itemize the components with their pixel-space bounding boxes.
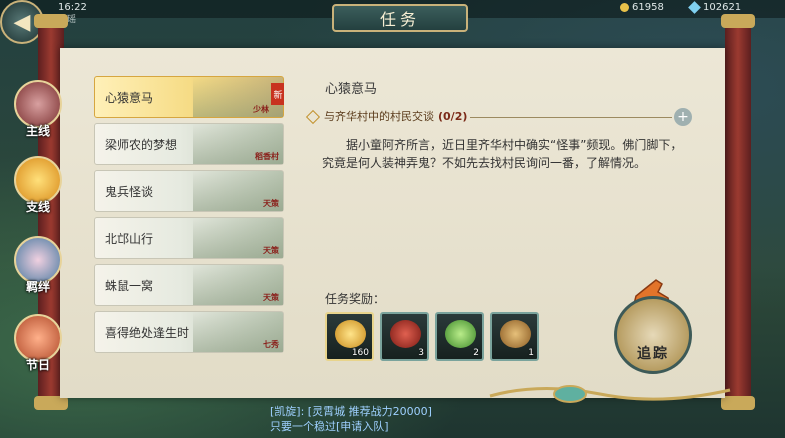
dragon-icon [14, 80, 62, 128]
objective-progress: (0/2) [438, 110, 468, 123]
quest-location: 稻香村 [255, 152, 279, 161]
rewards-label: 任务奖励： [325, 292, 386, 306]
chat-line: [凯旋]: [灵霄城 推荐战力20000] [270, 405, 432, 418]
quest-location: 天策 [263, 199, 279, 208]
objective-diamond-icon [305, 109, 321, 125]
gem-icon [688, 0, 701, 14]
quest-list[interactable]: 心猿意马 新 少林 梁师农的梦想 稻香村 鬼兵怪谈 天策 北邙山行 天策 蛛鼠一… [94, 76, 284, 372]
quest-item[interactable]: 梁师农的梦想 稻香村 [94, 123, 284, 165]
scroll-cap-icon [721, 14, 755, 28]
quest-item[interactable]: 心猿意马 新 少林 [94, 76, 284, 118]
coin-icon [620, 2, 629, 12]
quest-location: 七秀 [263, 340, 279, 349]
back-arrow-icon: ◀ [13, 9, 31, 35]
category-main[interactable]: 主线 [10, 80, 66, 146]
category-bond[interactable]: 羁绊 [10, 236, 66, 302]
quest-location: 天策 [263, 293, 279, 302]
quest-title: 心猿意马 [325, 82, 378, 97]
scroll-rod-right [725, 22, 751, 402]
objective-divider [470, 117, 672, 118]
scroll-cap-icon [34, 14, 68, 28]
quest-item[interactable]: 北邙山行 天策 [94, 217, 284, 259]
reward-item[interactable]: 2 [435, 312, 484, 361]
reward-item[interactable]: 1 [490, 312, 539, 361]
rewards-row: 160 3 2 1 [325, 312, 539, 361]
monkey-figure-icon [500, 320, 531, 348]
window-title: 任务 [332, 4, 468, 32]
quest-objective[interactable]: 与齐华村中的村民交谈 (0/2) [305, 108, 468, 125]
chat-box[interactable]: [凯旋]: [灵霄城 推荐战力20000] 只要一个稳过[申请入队] [270, 404, 660, 438]
quest-description: 据小童阿齐所言，近日里齐华村中确实“怪事”频现。佛门脚下，究竟是何人装神弄鬼？不… [322, 138, 683, 170]
scroll-cap-icon [34, 396, 68, 410]
reward-item[interactable]: 160 [325, 312, 374, 361]
green-vegetable-icon [445, 320, 476, 348]
phoenix-icon [14, 156, 62, 204]
quest-location: 少林 [253, 105, 269, 114]
currency-gems: 102621 [688, 0, 741, 14]
new-tag-badge: 新 [271, 83, 284, 105]
koi-fish-icon [14, 314, 62, 362]
red-fruit-icon [390, 320, 421, 348]
quest-item[interactable]: 蛛鼠一窝 天策 [94, 264, 284, 306]
expand-plus-button[interactable]: + [674, 108, 692, 126]
quest-item[interactable]: 鬼兵怪谈 天策 [94, 170, 284, 212]
track-button[interactable]: 追踪 [614, 296, 692, 374]
chat-line: 只要一个稳过[申请入队] [270, 420, 389, 433]
quest-scene-image [193, 77, 283, 117]
currency-coins: 61958 [620, 2, 664, 13]
reward-item[interactable]: 3 [380, 312, 429, 361]
lotus-icon [14, 236, 62, 284]
quest-location: 天策 [263, 246, 279, 255]
category-festival[interactable]: 节日 [10, 314, 66, 380]
quest-item[interactable]: 喜得绝处逢生时 七秀 [94, 311, 284, 353]
gold-ingot-icon [335, 320, 366, 348]
category-side[interactable]: 支线 [10, 156, 66, 222]
